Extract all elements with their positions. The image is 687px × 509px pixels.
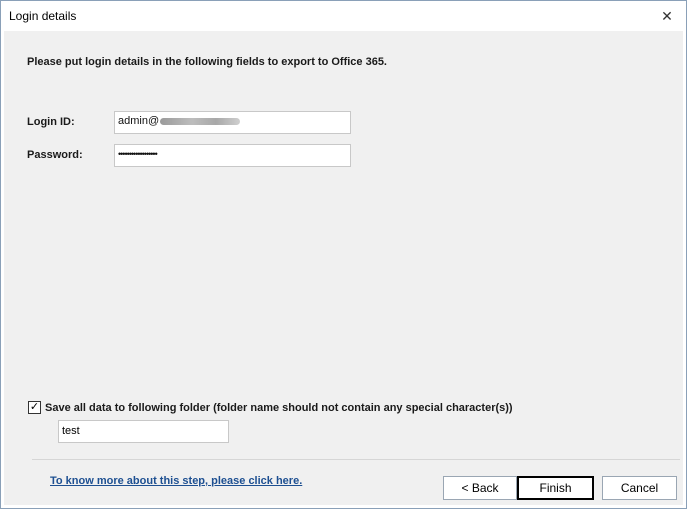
password-input[interactable]: •••••••••••••••••• bbox=[114, 144, 351, 167]
save-folder-label[interactable]: Save all data to following folder (folde… bbox=[45, 402, 513, 414]
login-id-input[interactable]: admin@ bbox=[114, 111, 351, 134]
close-icon[interactable]: ✕ bbox=[654, 5, 680, 27]
dialog-body: Please put login details in the followin… bbox=[4, 31, 683, 505]
cancel-button[interactable]: Cancel bbox=[602, 476, 677, 500]
help-link[interactable]: To know more about this step, please cli… bbox=[50, 475, 302, 487]
save-folder-checkbox[interactable]: ✓ bbox=[28, 401, 41, 414]
window-title: Login details bbox=[9, 9, 77, 23]
footer-separator bbox=[32, 459, 680, 460]
save-folder-option: ✓ Save all data to following folder (fol… bbox=[28, 401, 513, 414]
password-label: Password: bbox=[27, 149, 83, 161]
folder-name-input[interactable]: test bbox=[58, 420, 229, 443]
finish-button[interactable]: Finish bbox=[517, 476, 594, 500]
login-id-value: admin@ bbox=[118, 115, 160, 127]
back-button[interactable]: < Back bbox=[443, 476, 517, 500]
redacted-email-blur bbox=[160, 117, 241, 125]
title-bar: Login details ✕ bbox=[1, 1, 686, 31]
login-id-label: Login ID: bbox=[27, 116, 75, 128]
checkmark-icon: ✓ bbox=[29, 401, 40, 413]
login-details-dialog: Login details ✕ Please put login details… bbox=[0, 0, 687, 509]
instructions-heading: Please put login details in the followin… bbox=[27, 56, 387, 68]
